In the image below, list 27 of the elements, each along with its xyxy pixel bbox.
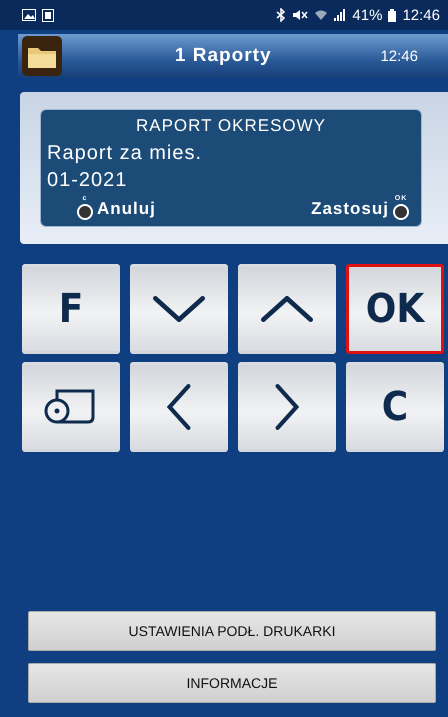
screen-title: 1 Raporty <box>174 45 273 67</box>
keypad-key[interactable] <box>130 362 228 452</box>
signal-icon <box>334 9 346 21</box>
header-time: 12:46 <box>380 48 418 64</box>
dialog-line: 01-2021 <box>46 168 128 193</box>
mute-icon <box>292 9 308 21</box>
menu-button[interactable]: USTAWIENIA PODŁ. DRUKARKI <box>28 611 436 651</box>
battery-icon <box>388 8 396 22</box>
status-time: 12:46 <box>402 6 440 24</box>
keypad-key[interactable]: OK <box>346 264 444 354</box>
folder-icon <box>22 36 62 76</box>
calculator-icon <box>42 8 54 22</box>
image-icon <box>22 9 36 21</box>
keypad-key[interactable] <box>238 362 336 452</box>
dialog-line: Raport za mies. <box>46 141 204 166</box>
dialog-title: RAPORT OKRESOWY <box>134 116 328 136</box>
chevron-right-icon <box>274 384 300 430</box>
keypad-key[interactable]: F <box>22 264 120 354</box>
keypad-key[interactable] <box>22 362 120 452</box>
bluetooth-icon <box>276 8 286 22</box>
keypad-key[interactable] <box>238 264 336 354</box>
wifi-icon <box>314 9 328 21</box>
keypad-key[interactable]: C <box>346 362 444 452</box>
battery-percent: 41% <box>352 6 382 24</box>
menu-button[interactable]: INFORMACJE <box>28 663 436 703</box>
chevron-left-icon <box>166 384 192 430</box>
keypad-key[interactable] <box>130 264 228 354</box>
